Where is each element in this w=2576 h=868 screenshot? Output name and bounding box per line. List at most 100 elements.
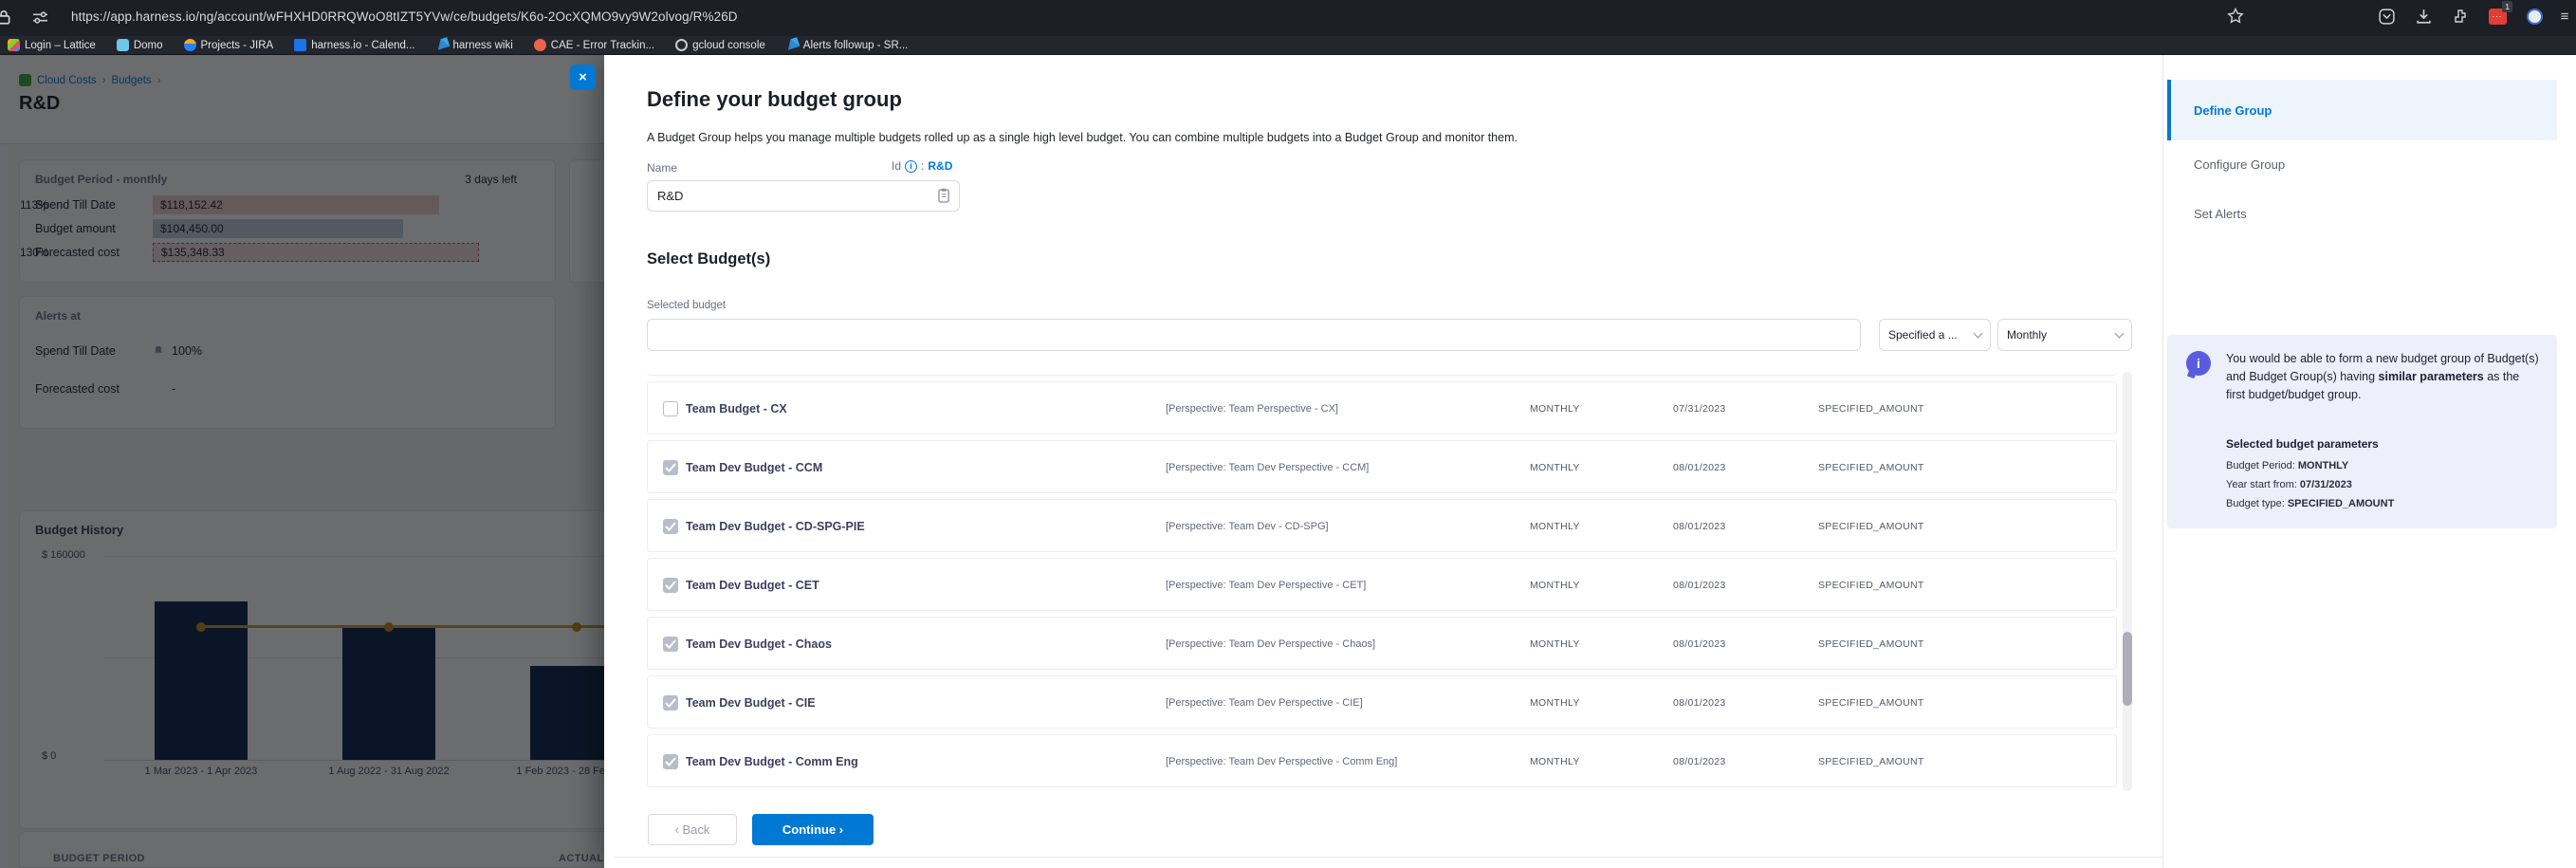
budget-period-filter-dropdown[interactable]: Monthly xyxy=(1997,319,2132,351)
bookmark-item[interactable]: harness wiki xyxy=(436,39,513,51)
budget-start-date: 08/01/2023 xyxy=(1673,697,1726,709)
budget-row[interactable]: Team Budget - CX [Perspective: Team Pers… xyxy=(647,381,2117,434)
select-budgets-heading: Select Budget(s) xyxy=(647,250,770,268)
budget-perspective: [Perspective: Team Dev Perspective - Com… xyxy=(1166,756,1397,767)
bookmark-star-icon[interactable] xyxy=(2225,6,2246,27)
bookmark-item[interactable]: CAE - Error Trackin... xyxy=(534,39,654,51)
chevron-down-icon xyxy=(2115,328,2125,338)
selected-budget-parameters: Budget Period: MONTHLY Year start from: … xyxy=(2226,460,2394,517)
budget-row[interactable]: Team Dev Budget - CIE [Perspective: Team… xyxy=(647,675,2117,729)
id-row: Id i : R&D xyxy=(892,159,952,173)
parameter-line: Budget type: SPECIFIED_AMOUNT xyxy=(2226,498,2394,509)
list-scrollbar-track[interactable] xyxy=(2123,372,2132,791)
bookmark-favicon xyxy=(294,39,306,51)
wizard-step[interactable]: Set Alerts xyxy=(2167,183,2557,244)
budget-row[interactable]: Team Dev Budget - Chaos [Perspective: Te… xyxy=(647,617,2117,670)
budget-type: SPECIFIED_AMOUNT xyxy=(1818,697,1924,709)
budget-perspective: [Perspective: Team Dev Perspective - Cha… xyxy=(1166,638,1375,650)
budget-period: MONTHLY xyxy=(1530,521,1580,532)
info-text: You would be able to form a new budget g… xyxy=(2226,350,2541,404)
bookmark-favicon xyxy=(184,39,196,51)
budget-perspective: [Perspective: Team Perspective - CX] xyxy=(1166,403,1338,415)
budget-start-date: 08/01/2023 xyxy=(1673,638,1726,650)
password-manager-icon[interactable]: ...1 xyxy=(2487,6,2508,27)
budget-row[interactable]: Team Dev Budget - CET [Perspective: Team… xyxy=(647,558,2117,611)
menu-icon[interactable]: ≡ xyxy=(2561,6,2568,27)
id-separator: : xyxy=(921,159,924,173)
budget-perspective: [Perspective: Team Dev - CD-SPG] xyxy=(1166,521,1329,532)
budget-period: MONTHLY xyxy=(1530,462,1580,473)
budget-type: SPECIFIED_AMOUNT xyxy=(1818,756,1924,767)
budget-period: MONTHLY xyxy=(1530,580,1580,591)
bookmark-item[interactable]: Login – Lattice xyxy=(8,39,96,51)
extensions-icon[interactable] xyxy=(2450,6,2471,27)
bookmark-favicon xyxy=(117,39,129,51)
budget-start-date: 07/31/2023 xyxy=(1673,403,1726,415)
budget-type-filter-dropdown[interactable]: Specified a ... xyxy=(1879,319,1991,351)
bookmark-item[interactable]: harness.io - Calend... xyxy=(294,39,414,51)
bookmark-favicon xyxy=(786,39,799,51)
budget-period: MONTHLY xyxy=(1530,697,1580,709)
selected-budget-label: Selected budget xyxy=(647,300,726,311)
budget-name: Team Dev Budget - Chaos xyxy=(686,637,832,651)
budget-name: Team Dev Budget - Comm Eng xyxy=(686,755,858,768)
permissions-icon[interactable] xyxy=(32,10,48,29)
budget-period: MONTHLY xyxy=(1530,756,1580,767)
app-root: Cloud Costs › Budgets › R&D Budget Perio… xyxy=(0,0,2576,868)
name-input[interactable] xyxy=(647,180,960,212)
clipboard-icon[interactable] xyxy=(938,188,950,208)
budget-type: SPECIFIED_AMOUNT xyxy=(1818,403,1924,415)
continue-button[interactable]: Continue › xyxy=(752,814,874,845)
budget-name: Team Dev Budget - CIE xyxy=(686,696,816,710)
budget-checkbox[interactable] xyxy=(663,695,678,711)
bookmark-item[interactable]: Domo xyxy=(117,39,163,51)
bookmark-item[interactable]: gcloud console xyxy=(675,39,765,51)
budget-start-date: 08/01/2023 xyxy=(1673,756,1726,767)
bookmark-item[interactable]: Projects - JIRA xyxy=(184,39,274,51)
extension-badge: 1 xyxy=(2502,1,2512,12)
budget-type: SPECIFIED_AMOUNT xyxy=(1818,580,1924,591)
downloads-icon[interactable] xyxy=(2413,6,2434,27)
close-icon[interactable]: × xyxy=(570,65,596,90)
budget-name: Team Dev Budget - CD-SPG-PIE xyxy=(686,520,865,533)
parameter-line: Budget Period: MONTHLY xyxy=(2226,460,2394,471)
budget-checkbox[interactable] xyxy=(663,637,678,652)
budget-name: Team Dev Budget - CCM xyxy=(686,461,822,474)
budget-name: Team Budget - CX xyxy=(686,402,787,416)
budget-checkbox[interactable] xyxy=(663,578,678,593)
info-icon[interactable]: i xyxy=(905,160,917,173)
bookmark-item[interactable]: Alerts followup - SR... xyxy=(786,39,909,51)
budget-type: SPECIFIED_AMOUNT xyxy=(1818,462,1924,473)
list-scrollbar-thumb[interactable] xyxy=(2123,632,2132,706)
budget-checkbox[interactable] xyxy=(663,754,678,769)
browser-chrome: https://app.harness.io/ng/account/wFHXHD… xyxy=(0,0,2576,55)
budget-row[interactable]: Team Dev Budget - CD-SPG-PIE [Perspectiv… xyxy=(647,499,2117,552)
budget-checkbox[interactable] xyxy=(663,401,678,416)
bookmark-favicon xyxy=(534,39,546,51)
budget-type: SPECIFIED_AMOUNT xyxy=(1818,638,1924,650)
budget-start-date: 08/01/2023 xyxy=(1673,580,1726,591)
wizard-step[interactable]: Define Group xyxy=(2167,80,2557,140)
pocket-icon[interactable] xyxy=(2376,6,2397,27)
url-text[interactable]: https://app.harness.io/ng/account/wFHXHD… xyxy=(71,9,738,24)
budget-type: SPECIFIED_AMOUNT xyxy=(1818,521,1924,532)
info-panel: i You would be able to form a new budget… xyxy=(2167,335,2557,528)
privacy-extension-icon[interactable] xyxy=(2524,6,2545,27)
bookmark-favicon xyxy=(436,39,449,51)
budget-row[interactable]: Team Dev Budget - CCM [Perspective: Team… xyxy=(647,440,2117,493)
lock-icon xyxy=(0,9,12,30)
budget-row[interactable]: Team Dev Budget - Comm Eng [Perspective:… xyxy=(647,734,2117,787)
name-label: Name xyxy=(647,161,677,175)
modal-title: Define your budget group xyxy=(647,87,902,112)
sidebar-divider xyxy=(2162,55,2163,868)
selected-budget-parameters-title: Selected budget parameters xyxy=(2226,437,2379,451)
budget-perspective: [Perspective: Team Dev Perspective - CET… xyxy=(1166,580,1366,591)
url-bar[interactable]: https://app.harness.io/ng/account/wFHXHD… xyxy=(0,0,2576,36)
budget-list: Team Budget - CX [Perspective: Team Pers… xyxy=(647,372,2117,791)
budget-checkbox[interactable] xyxy=(663,460,678,475)
budget-group-modal: Define your budget group A Budget Group … xyxy=(604,55,2576,868)
parameter-line: Year start from: 07/31/2023 xyxy=(2226,479,2394,490)
budget-checkbox[interactable] xyxy=(663,519,678,534)
selected-budget-input[interactable] xyxy=(647,319,1861,351)
back-button[interactable]: ‹ Back xyxy=(648,814,737,845)
